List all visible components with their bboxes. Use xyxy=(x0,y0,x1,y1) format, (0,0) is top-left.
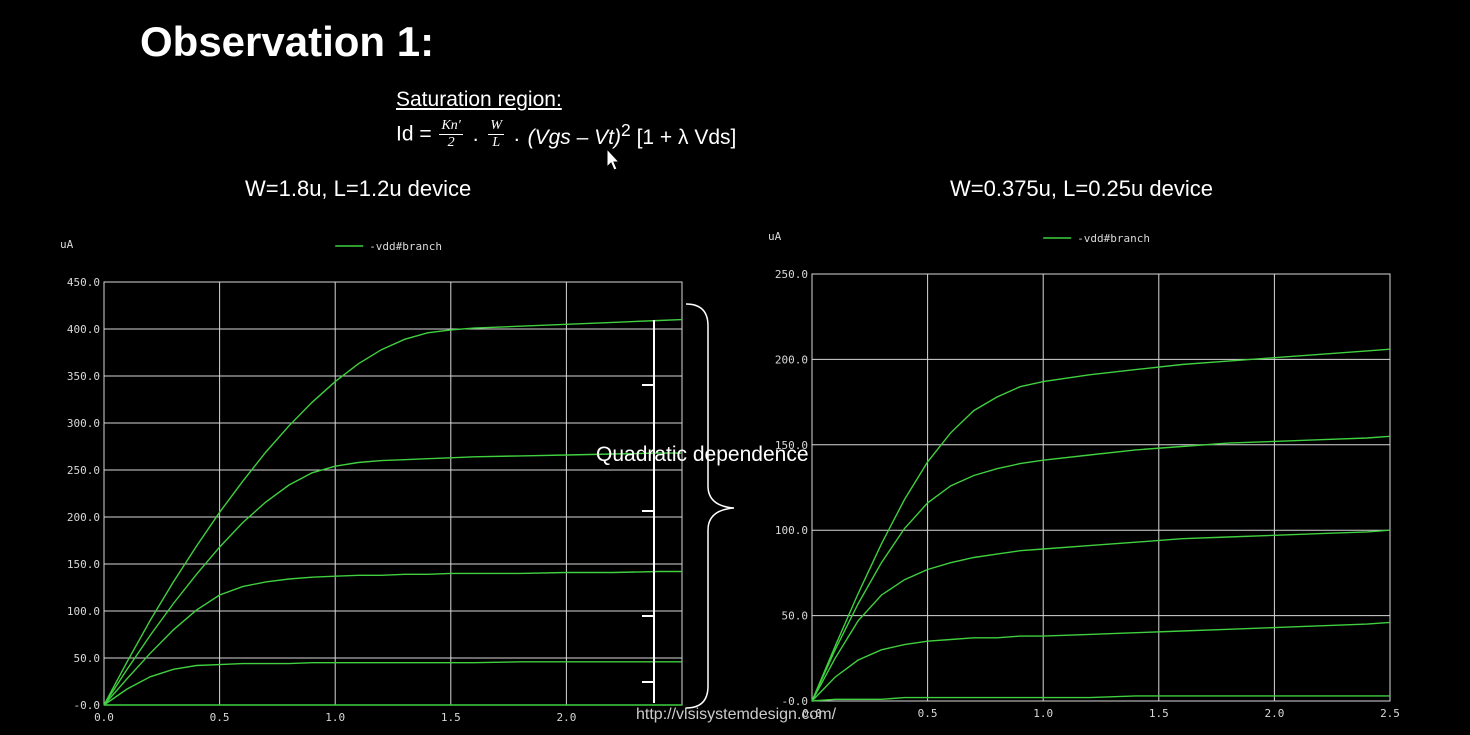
chart-left-xtick-label: 2.0 xyxy=(556,711,576,724)
chart-left-ytick-label: 150.0 xyxy=(67,558,100,571)
chart-right-ytick-label: 50.0 xyxy=(782,610,809,623)
chart-right-xtick-label: 2.5 xyxy=(1380,707,1400,720)
chart-left-series-2-line xyxy=(103,452,682,706)
chart-left-legend-label: -vdd#branch xyxy=(369,240,442,253)
chart-left-ytick-label: 350.0 xyxy=(67,370,100,383)
chart-right-xtick-label: 1.0 xyxy=(1033,707,1053,720)
chart-left-ytick-label: 250.0 xyxy=(67,464,100,477)
chart-left-series-4-line xyxy=(103,661,682,706)
chart-left-xtick-label: 1.0 xyxy=(325,711,345,724)
quadratic-dependence-label: Quadratic dependence xyxy=(596,443,809,466)
watermark-url: http://vlsisystemdesign.com/ xyxy=(636,706,837,723)
chart-left-xtick-label: 0.5 xyxy=(210,711,230,724)
chart-right-series-5-line xyxy=(811,695,1390,702)
charts-canvas: -0.050.0100.0150.0200.0250.0300.0350.040… xyxy=(60,230,1400,724)
chart-right-ytick-label: 100.0 xyxy=(775,524,808,537)
chart-right-xtick-label: 2.0 xyxy=(1264,707,1284,720)
chart-left-series-1-line xyxy=(103,318,683,706)
chart-left-ytick-label: 450.0 xyxy=(67,276,100,289)
chart-left-ylabel: uA xyxy=(60,238,74,251)
chart-right: -0.050.0100.0150.0200.0250.00.0 0.5 1.0 1.5… xyxy=(768,230,1400,720)
chart-left-ytick-label: 100.0 xyxy=(67,605,100,618)
chart-right-xtick-label: 0.5 xyxy=(918,707,938,720)
chart-right-ytick-label: 200.0 xyxy=(775,353,808,366)
chart-right-xtick-label: 1.5 xyxy=(1149,707,1169,720)
chart-right-plot-frame xyxy=(811,273,1391,702)
chart-right-ylabel: uA xyxy=(768,230,782,243)
curly-brace-icon xyxy=(685,303,735,709)
chart-left-ytick-label: 50.0 xyxy=(74,652,101,665)
chart-left-series-3-line xyxy=(103,570,682,706)
chart-left-ytick-label: 300.0 xyxy=(67,417,100,430)
chart-left-ytick-label: 200.0 xyxy=(67,511,100,524)
chart-right-ytick-label: 250.0 xyxy=(775,268,808,281)
chart-right-series-1-line xyxy=(811,348,1391,702)
chart-left-xtick-label: 0.0 xyxy=(94,711,114,724)
chart-left-ytick-label: 400.0 xyxy=(67,323,100,336)
chart-left-plot-frame xyxy=(103,281,683,706)
chart-right-series-4-line xyxy=(811,621,1391,702)
annotation-marks xyxy=(642,303,735,709)
chart-left-xtick-label: 1.5 xyxy=(441,711,461,724)
chart-right-legend-label: -vdd#branch xyxy=(1077,232,1150,245)
chart-left: -0.050.0100.0150.0200.0250.0300.0350.040… xyxy=(60,238,683,724)
chart-right-series-2-line xyxy=(811,435,1391,702)
